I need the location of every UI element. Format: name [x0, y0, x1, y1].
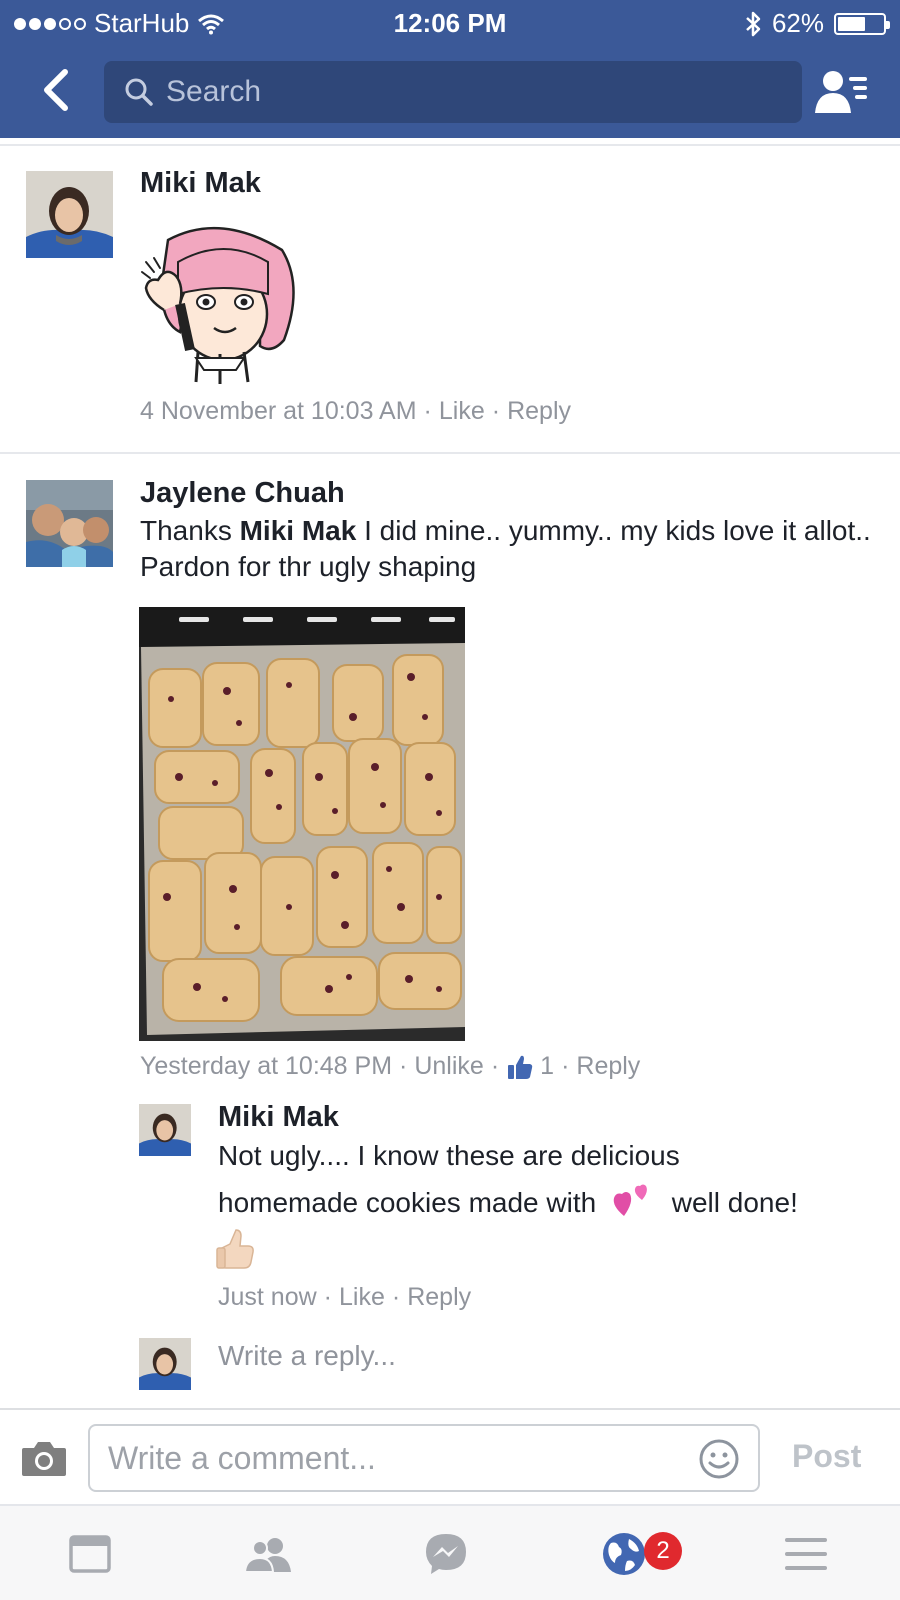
header-bar: StarHub 12:06 PM 62% — [0, 0, 900, 138]
news-feed-icon — [69, 1535, 111, 1573]
comment-meta: 4 November at 10:03 AM · Like · Reply — [140, 397, 571, 426]
thumbs-up-icon[interactable] — [506, 1053, 534, 1081]
status-right: 62% — [744, 8, 890, 39]
reply-text-line2-start: homemade cookies made with — [218, 1187, 597, 1218]
comment-input[interactable] — [108, 1439, 668, 1477]
battery-icon — [834, 12, 890, 35]
comment-meta: Yesterday at 10:48 PM · Unlike · 1 · Rep… — [140, 1052, 641, 1081]
mention-link[interactable]: Miki Mak — [240, 515, 357, 546]
avatar-photo — [26, 171, 113, 258]
battery-percent: 62% — [771, 8, 824, 38]
avatar[interactable] — [26, 480, 113, 567]
reply-link[interactable]: Reply — [407, 1283, 471, 1312]
emoji-button[interactable] — [698, 1438, 740, 1480]
reply-author[interactable]: Miki Mak — [218, 1101, 339, 1134]
two-hearts-icon — [613, 1184, 647, 1216]
comment-text: Thanks Miki Mak I did mine.. yummy.. my … — [140, 513, 880, 585]
messenger-icon — [426, 1534, 466, 1574]
comment-composer: Post — [0, 1408, 900, 1504]
camera-button[interactable] — [20, 1438, 68, 1478]
like-link[interactable]: Like — [439, 397, 485, 426]
reply-input[interactable] — [218, 1340, 718, 1372]
search-field[interactable] — [104, 61, 802, 123]
tray-of-cranberry-cookies — [139, 607, 465, 1041]
tab-friends[interactable] — [240, 1528, 296, 1580]
notifications-globe-icon — [603, 1533, 645, 1575]
friends-icon — [243, 1538, 291, 1573]
my-avatar — [139, 1338, 191, 1390]
reply-meta: Just now · Like · Reply — [218, 1283, 472, 1312]
comment-author[interactable]: Jaylene Chuah — [140, 477, 345, 510]
tab-menu[interactable] — [778, 1528, 834, 1580]
smiley-icon — [699, 1439, 739, 1479]
divider — [0, 452, 900, 454]
camera-icon — [22, 1442, 66, 1476]
avatar[interactable] — [26, 171, 113, 258]
reply-text-line1: Not ugly.... I know these are delicious — [218, 1140, 680, 1171]
post-button[interactable]: Post — [792, 1438, 861, 1475]
waving-girl-sticker — [140, 222, 300, 387]
back-button[interactable] — [36, 66, 76, 114]
comment-field[interactable] — [88, 1424, 760, 1492]
menu-icon — [785, 1538, 827, 1570]
battery-level — [838, 16, 866, 31]
comment-author[interactable]: Miki Mak — [140, 167, 261, 200]
tab-bar: 2 — [0, 1504, 900, 1600]
comment-text-prefix: Thanks — [140, 515, 232, 546]
tab-news-feed[interactable] — [62, 1528, 118, 1580]
tab-messenger[interactable] — [418, 1528, 474, 1580]
search-icon — [125, 78, 153, 106]
like-link[interactable]: Like — [339, 1283, 385, 1312]
divider — [0, 144, 900, 146]
comment-timestamp[interactable]: Yesterday at 10:48 PM — [140, 1052, 392, 1081]
search-input[interactable] — [166, 75, 766, 109]
comment-photo[interactable] — [139, 607, 465, 1041]
chevron-left-icon — [44, 69, 68, 111]
reply-text-line2-end: well done! — [671, 1187, 798, 1218]
unlike-link[interactable]: Unlike — [414, 1052, 483, 1081]
comment-timestamp[interactable]: 4 November at 10:03 AM — [140, 397, 417, 426]
reply-text-line2: homemade cookies made with well done! — [218, 1182, 898, 1221]
friends-list-button[interactable] — [814, 66, 870, 118]
status-bar: StarHub 12:06 PM 62% — [0, 0, 900, 44]
avatar-photo — [139, 1338, 191, 1390]
like-count[interactable]: 1 — [540, 1052, 554, 1081]
avatar-photo — [26, 480, 113, 567]
reply-timestamp[interactable]: Just now — [218, 1283, 317, 1312]
bluetooth-icon — [746, 11, 761, 36]
avatar[interactable] — [139, 1104, 191, 1156]
friends-list-icon — [815, 71, 867, 113]
avatar-photo — [139, 1104, 191, 1156]
reply-link[interactable]: Reply — [507, 397, 571, 426]
notification-badge: 2 — [644, 1532, 682, 1570]
thumbs-up-emoji-icon — [216, 1229, 254, 1269]
reply-link[interactable]: Reply — [576, 1052, 640, 1081]
